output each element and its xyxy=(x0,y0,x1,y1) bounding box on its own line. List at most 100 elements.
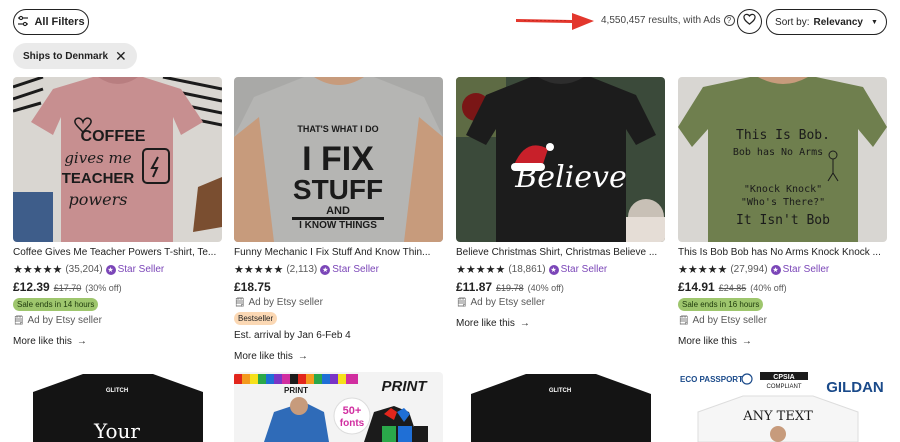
shirt-text: GLITCH xyxy=(549,388,571,394)
arrow-right-icon: → xyxy=(297,351,308,362)
shirt-text: gives me xyxy=(64,149,131,167)
listing-price: £18.75 xyxy=(234,280,271,294)
listing-image[interactable]: ECO PASSPORT CPSIA COMPLIANT GILDAN ANY … xyxy=(678,372,887,442)
listing-title[interactable]: This Is Bob Bob has No Arms Knock Knock … xyxy=(678,247,887,258)
more-like-this-label: More like this xyxy=(13,336,72,347)
eco-passport-logo: ECO PASSPORT xyxy=(680,375,743,384)
star-seller-badge: ★ Star Seller xyxy=(105,264,165,275)
listing-card[interactable]: Believe Believe Christmas Shirt, Christm… xyxy=(456,77,665,329)
arrow-right-icon: → xyxy=(741,336,752,347)
star-seller-icon: ★ xyxy=(320,264,331,275)
filter-chip-ships-to[interactable]: Ships to Denmark ✕ xyxy=(13,43,137,69)
listing-card[interactable]: THAT'S WHAT I DO I FIX STUFF AND I KNOW … xyxy=(234,77,443,362)
sort-label: Sort by: xyxy=(775,16,810,28)
ad-icon: 🗒 xyxy=(13,315,25,325)
results-count: 4,550,457 results, with Ads ? xyxy=(601,15,735,26)
star-rating-icon: ★★★★★ xyxy=(678,264,728,276)
shirt-text: COFFEE xyxy=(81,128,146,145)
shirt-text: This Is Bob. xyxy=(736,128,830,143)
listing-rating: ★★★★★ (27,994) ★ Star Seller xyxy=(678,263,887,276)
shirt-text: "Who's There?" xyxy=(741,197,825,208)
star-seller-badge: ★ Star Seller xyxy=(770,264,830,275)
original-price: £24.85 xyxy=(718,283,747,293)
discount-text: (40% off) xyxy=(527,283,564,293)
ad-label: 🗒 Ad by Etsy seller xyxy=(678,315,887,326)
cpsia-label: COMPLIANT xyxy=(766,384,801,390)
original-price: £17.70 xyxy=(53,283,82,293)
star-seller-icon: ★ xyxy=(548,264,559,275)
listing-rating: ★★★★★ (35,204) ★ Star Seller xyxy=(13,263,222,276)
listing-card[interactable]: COFFEE gives me TEACHER powers Coffee Gi… xyxy=(13,77,222,347)
all-filters-label: All Filters xyxy=(34,16,85,28)
more-like-this-label: More like this xyxy=(456,318,515,329)
listing-image[interactable]: PRINT PRINT 50+ fonts xyxy=(234,372,443,442)
ad-label: 🗒 Ad by Etsy seller xyxy=(456,297,665,308)
shirt-text: It Isn't Bob xyxy=(736,213,830,228)
listing-image[interactable]: GLITCH xyxy=(456,372,665,442)
caret-down-icon: ▼ xyxy=(871,18,878,26)
review-count: (18,861) xyxy=(508,264,546,275)
more-like-this-label: More like this xyxy=(678,336,737,347)
more-like-this-link[interactable]: More like this → xyxy=(456,318,665,329)
shirt-text: "Knock Knock" xyxy=(744,184,822,195)
listing-card[interactable]: This Is Bob. Bob has No Arms "Knock Knoc… xyxy=(678,77,887,347)
annotation-arrow-icon xyxy=(516,13,594,30)
help-icon[interactable]: ? xyxy=(723,15,735,26)
star-seller-label: Star Seller xyxy=(782,264,830,275)
listing-title[interactable]: Funny Mechanic I Fix Stuff And Know Thin… xyxy=(234,247,443,258)
ad-text: Ad by Etsy seller xyxy=(470,297,545,308)
more-like-this-link[interactable]: More like this → xyxy=(678,336,887,347)
listing-rating: ★★★★★ (2,113) ★ Star Seller xyxy=(234,263,443,276)
original-price: £19.78 xyxy=(496,283,524,293)
price-row: £18.75 xyxy=(234,280,443,294)
listing-image[interactable]: GLITCH Your xyxy=(13,372,222,442)
all-filters-button[interactable]: All Filters xyxy=(13,9,89,35)
shirt-text: I KNOW THINGS xyxy=(299,220,377,231)
ad-icon: 🗒 xyxy=(234,297,246,307)
sale-badge: Sale ends in 14 hours xyxy=(13,298,99,311)
arrow-right-icon: → xyxy=(76,336,87,347)
price-row: £14.91 £24.85 (40% off) xyxy=(678,280,887,294)
gildan-logo: GILDAN xyxy=(826,379,884,396)
shirt-text: Believe xyxy=(514,160,626,195)
fonts-badge-label: fonts xyxy=(340,418,365,429)
ad-text: Ad by Etsy seller xyxy=(692,315,767,326)
more-like-this-label: More like this xyxy=(234,351,293,362)
sort-dropdown[interactable]: Sort by: Relevancy ▼ xyxy=(766,9,887,35)
results-text: 4,550,457 results, with Ads xyxy=(601,15,721,26)
heart-icon xyxy=(743,13,756,31)
star-seller-badge: ★ Star Seller xyxy=(320,264,379,275)
listing-image[interactable]: This Is Bob. Bob has No Arms "Knock Knoc… xyxy=(678,77,887,242)
arrow-right-icon: → xyxy=(519,318,530,329)
listing-image[interactable]: THAT'S WHAT I DO I FIX STUFF AND I KNOW … xyxy=(234,77,443,242)
shirt-text: Bob has No Arms xyxy=(733,147,823,158)
review-count: (35,204) xyxy=(65,264,103,275)
listing-image[interactable]: COFFEE gives me TEACHER powers xyxy=(13,77,222,242)
star-seller-label: Star Seller xyxy=(560,264,608,275)
review-count: (2,113) xyxy=(286,264,318,275)
print-logo-text: PRINT xyxy=(382,378,429,395)
shirt-text: TEACHER xyxy=(62,170,135,187)
ad-text: Ad by Etsy seller xyxy=(248,297,323,308)
favorite-search-button[interactable] xyxy=(737,9,762,34)
more-like-this-link[interactable]: More like this → xyxy=(234,351,443,362)
listing-title[interactable]: Believe Christmas Shirt, Christmas Belie… xyxy=(456,247,665,258)
shirt-text: AND xyxy=(326,205,350,217)
star-seller-label: Star Seller xyxy=(117,264,165,275)
close-icon[interactable]: ✕ xyxy=(115,49,127,63)
ad-icon: 🗒 xyxy=(678,315,690,325)
review-count: (27,994) xyxy=(730,264,768,275)
star-seller-label: Star Seller xyxy=(332,264,379,275)
price-row: £12.39 £17.70 (30% off) xyxy=(13,280,222,294)
star-rating-icon: ★★★★★ xyxy=(234,264,284,276)
bestseller-badge: Bestseller xyxy=(234,312,278,325)
discount-text: (30% off) xyxy=(85,283,122,293)
listing-title[interactable]: Coffee Gives Me Teacher Powers T-shirt, … xyxy=(13,247,222,258)
star-seller-badge: ★ Star Seller xyxy=(548,264,608,275)
more-like-this-link[interactable]: More like this → xyxy=(13,336,222,347)
listing-price: £14.91 xyxy=(678,280,715,294)
sort-value: Relevancy xyxy=(813,16,863,28)
ad-icon: 🗒 xyxy=(456,297,468,307)
listing-image[interactable]: Believe xyxy=(456,77,665,242)
shirt-text: THAT'S WHAT I DO xyxy=(297,124,378,134)
